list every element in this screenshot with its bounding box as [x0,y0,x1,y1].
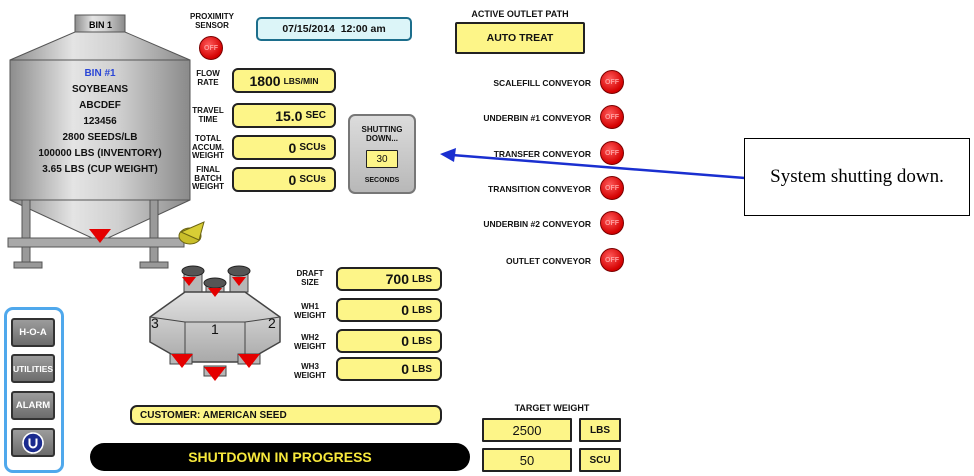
travel-time-label: TRAVEL TIME [192,106,224,124]
hopper-inlet-indicator-left [182,277,196,286]
u-logo-icon [22,431,44,454]
total-accum-weight-value: 0 [288,139,297,156]
proximity-sensor-label: PROXIMITY SENSOR [189,12,234,30]
target-weight-scu-value[interactable]: 50 [482,448,572,472]
draft-size-unit: LBS [412,273,432,285]
wh1-weight-value: 0 [401,302,409,318]
bin-outlet-indicator [89,229,111,243]
hopper-outlet-indicator-1 [204,367,226,381]
bin-name: BIN #1 [84,68,116,79]
customer-display[interactable]: CUSTOMER: AMERICAN SEED [130,405,442,425]
travel-time-value: 15.0 [275,107,303,124]
scalefill-conveyor-indicator[interactable]: OFF [600,70,624,94]
proximity-sensor-indicator: OFF [199,36,223,60]
hopper-outlet-indicator-3 [171,354,193,368]
final-batch-weight-label: FINAL BATCH WEIGHT [192,165,224,191]
bin-cup-weight: 3.65 LBS (CUP WEIGHT) [42,164,158,175]
underbin2-conveyor-indicator[interactable]: OFF [600,211,624,235]
utilities-button[interactable]: UTILITIES [11,354,55,383]
bin-inventory: 100000 LBS (INVENTORY) [38,148,162,159]
status-bar: SHUTDOWN IN PROGRESS [90,443,470,471]
total-accum-weight-display[interactable]: 0 SCUs [232,135,336,160]
conveyor-row-scalefill: SCALEFILL CONVEYOR OFF [430,70,624,94]
outlet-conveyor-label: OUTLET CONVEYOR [505,256,591,266]
active-outlet-path-display[interactable]: AUTO TREAT [455,22,585,54]
final-batch-weight-unit: SCUs [299,174,326,185]
flow-rate-label: FLOW RATE [196,69,220,87]
hopper-section-1-label: 1 [211,321,219,337]
scalefill-conveyor-label: SCALEFILL CONVEYOR [493,78,591,88]
bin-info: BIN #1 SOYBEANS ABCDEF 123456 2800 SEEDS… [0,66,200,178]
date-time-display: 07/15/2014 12:00 am [256,17,412,41]
hopper-inlet-indicator-center [208,288,222,297]
bin-tab-label: BIN 1 [88,20,112,30]
total-accum-weight-label: TOTAL ACCUM. WEIGHT [192,134,224,160]
target-weight-lbs-value[interactable]: 2500 [482,418,572,442]
bin-lot: 123456 [83,116,117,127]
hoa-button[interactable]: H-O-A [11,318,55,347]
underbin1-conveyor-label: UNDERBIN #1 CONVEYOR [483,113,591,123]
wh1-weight-display[interactable]: 0 LBS [336,298,442,322]
shutdown-panel-title: SHUTTING DOWN... [361,125,403,143]
travel-time-display[interactable]: 15.0 SEC [232,103,336,128]
hmi-screen: BIN 1 BIN #1 SOYBEANS ABCDEF 123456 2800… [0,0,630,476]
callout-arrow [440,148,746,180]
wh3-weight-display[interactable]: 0 LBS [336,357,442,381]
hopper-outlet-indicator-2 [238,354,260,368]
underbin1-conveyor-indicator[interactable]: OFF [600,105,624,129]
flow-rate-value: 1800 [249,72,281,89]
underbin2-conveyor-label: UNDERBIN #2 CONVEYOR [483,219,591,229]
wh1-weight-unit: LBS [412,304,432,316]
wh2-weight-label: WH2 WEIGHT [294,333,326,351]
alarm-button[interactable]: ALARM [11,391,55,420]
shutdown-seconds-value: 30 [366,150,398,168]
wh2-weight-display[interactable]: 0 LBS [336,329,442,353]
conveyor-row-underbin2: UNDERBIN #2 CONVEYOR OFF [430,211,624,235]
target-weight-scu-unit: SCU [579,448,621,472]
wh3-weight-unit: LBS [412,363,432,375]
wh2-weight-unit: LBS [412,335,432,347]
outlet-conveyor-indicator[interactable]: OFF [600,248,624,272]
home-logo-button[interactable] [11,428,55,457]
callout-box: System shutting down. [744,138,970,216]
bin-product: SOYBEANS [71,84,129,95]
shutdown-seconds-label: SECONDS [364,177,400,184]
draft-size-display[interactable]: 700 LBS [336,267,442,291]
final-batch-weight-display[interactable]: 0 SCUs [232,167,336,192]
travel-time-unit: SEC [305,110,326,121]
conveyor-row-underbin1: UNDERBIN #1 CONVEYOR OFF [430,105,624,129]
conveyor-row-outlet: OUTLET CONVEYOR OFF [430,248,624,272]
final-batch-weight-value: 0 [288,171,297,188]
flow-rate-display[interactable]: 1800 LBS/MIN [232,68,336,93]
target-weight-title: TARGET WEIGHT [514,403,590,413]
hopper-section-3-label: 3 [151,315,159,331]
target-weight-lbs-unit: LBS [579,418,621,442]
draft-size-value: 700 [385,271,409,287]
wh3-weight-label: WH3 WEIGHT [294,362,326,380]
hopper-inlet-indicator-right [232,277,246,286]
wh2-weight-value: 0 [401,333,409,349]
active-outlet-path-title: ACTIVE OUTLET PATH [471,9,569,19]
bin-variety: ABCDEF [79,100,121,111]
bin-seeds-per-lb: 2800 SEEDS/LB [62,132,138,143]
total-accum-weight-unit: SCUs [299,142,326,153]
draft-size-label: DRAFT SIZE [296,269,324,287]
shutdown-countdown-panel: SHUTTING DOWN... 30 SECONDS [348,114,416,194]
wh3-weight-value: 0 [401,361,409,377]
flow-rate-unit: LBS/MIN [283,75,319,86]
wh1-weight-label: WH1 WEIGHT [294,302,326,320]
hopper-section-2-label: 2 [268,315,276,331]
